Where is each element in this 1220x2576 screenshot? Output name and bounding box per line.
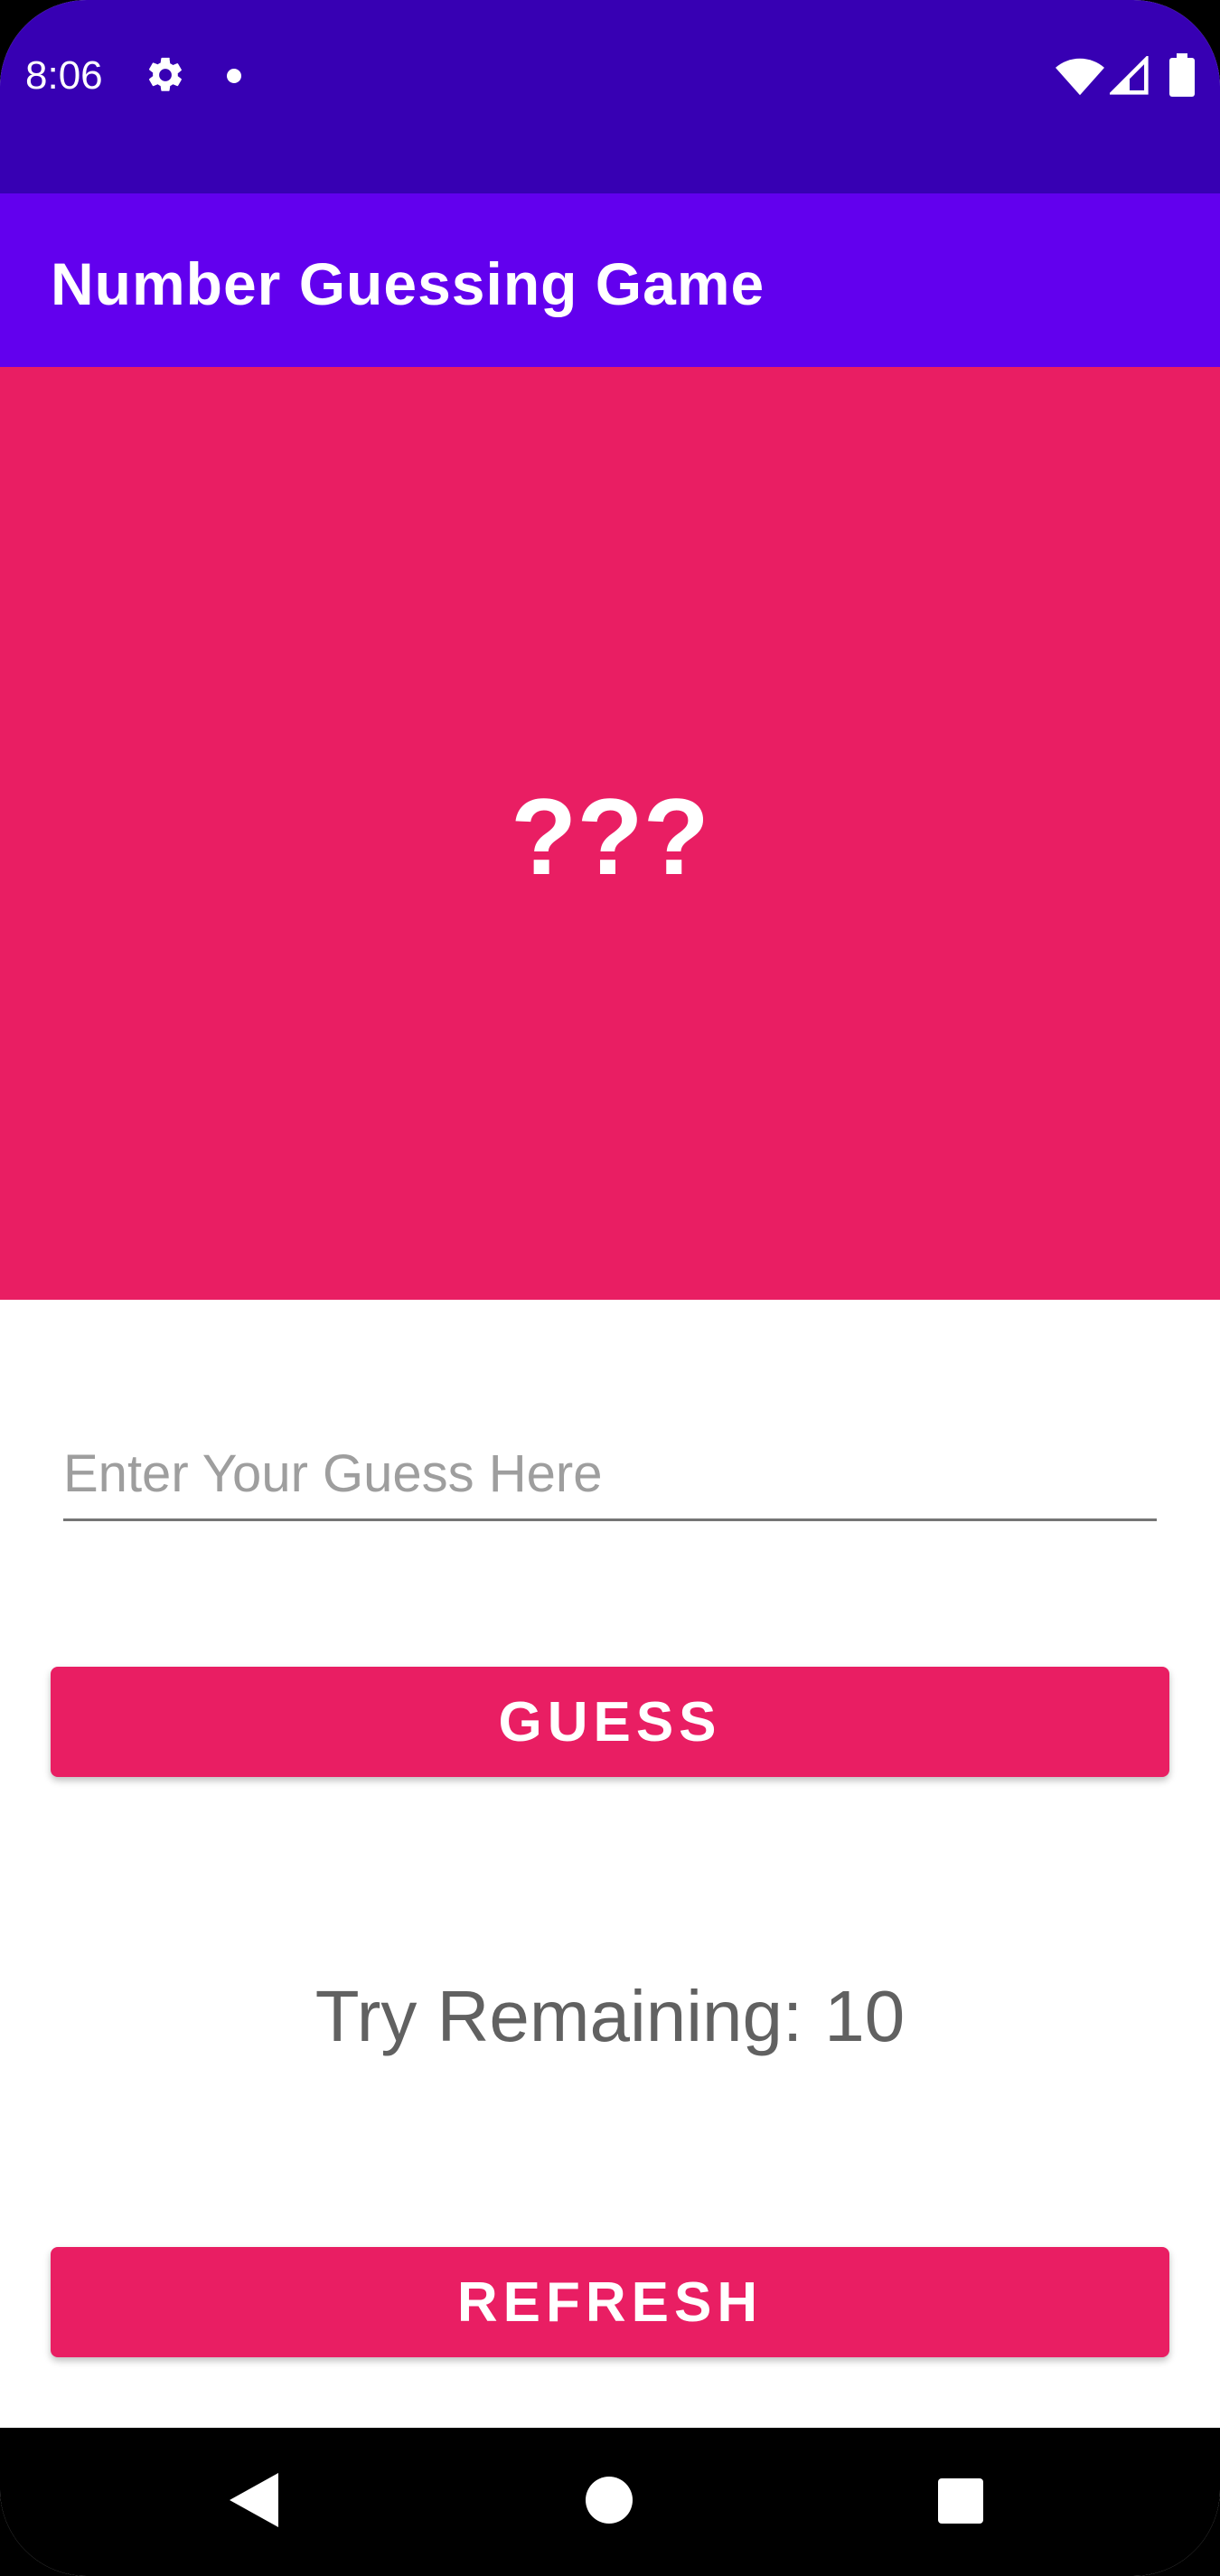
status-bar: 8:06 xyxy=(0,0,1220,193)
guess-button[interactable]: GUESS xyxy=(51,1667,1169,1777)
refresh-button[interactable]: REFRESH xyxy=(51,2247,1169,2357)
home-icon[interactable] xyxy=(586,2477,633,2524)
gear-icon xyxy=(149,57,182,91)
hidden-number: ??? xyxy=(511,776,709,898)
cell-signal-icon xyxy=(1110,56,1149,95)
remaining-tries: Try Remaining: 10 xyxy=(0,1976,1220,2057)
hidden-number-panel: ??? xyxy=(0,367,1220,1300)
navigation-bar xyxy=(0,2428,1220,2576)
status-time: 8:06 xyxy=(25,53,103,98)
app-title: Number Guessing Game xyxy=(51,250,765,317)
remaining-label: Try Remaining: xyxy=(314,1976,803,2056)
phone-screen: 8:06 Number Guessing Game ??? GUESS Try … xyxy=(0,0,1220,2576)
battery-icon xyxy=(1169,53,1195,97)
back-icon[interactable] xyxy=(230,2473,278,2527)
notification-dot-icon xyxy=(227,69,241,83)
recents-icon[interactable] xyxy=(938,2478,983,2524)
guess-input[interactable] xyxy=(63,1428,1157,1521)
app-bar: Number Guessing Game xyxy=(0,193,1220,367)
wifi-icon xyxy=(1056,58,1104,96)
remaining-count: 10 xyxy=(824,1976,906,2056)
